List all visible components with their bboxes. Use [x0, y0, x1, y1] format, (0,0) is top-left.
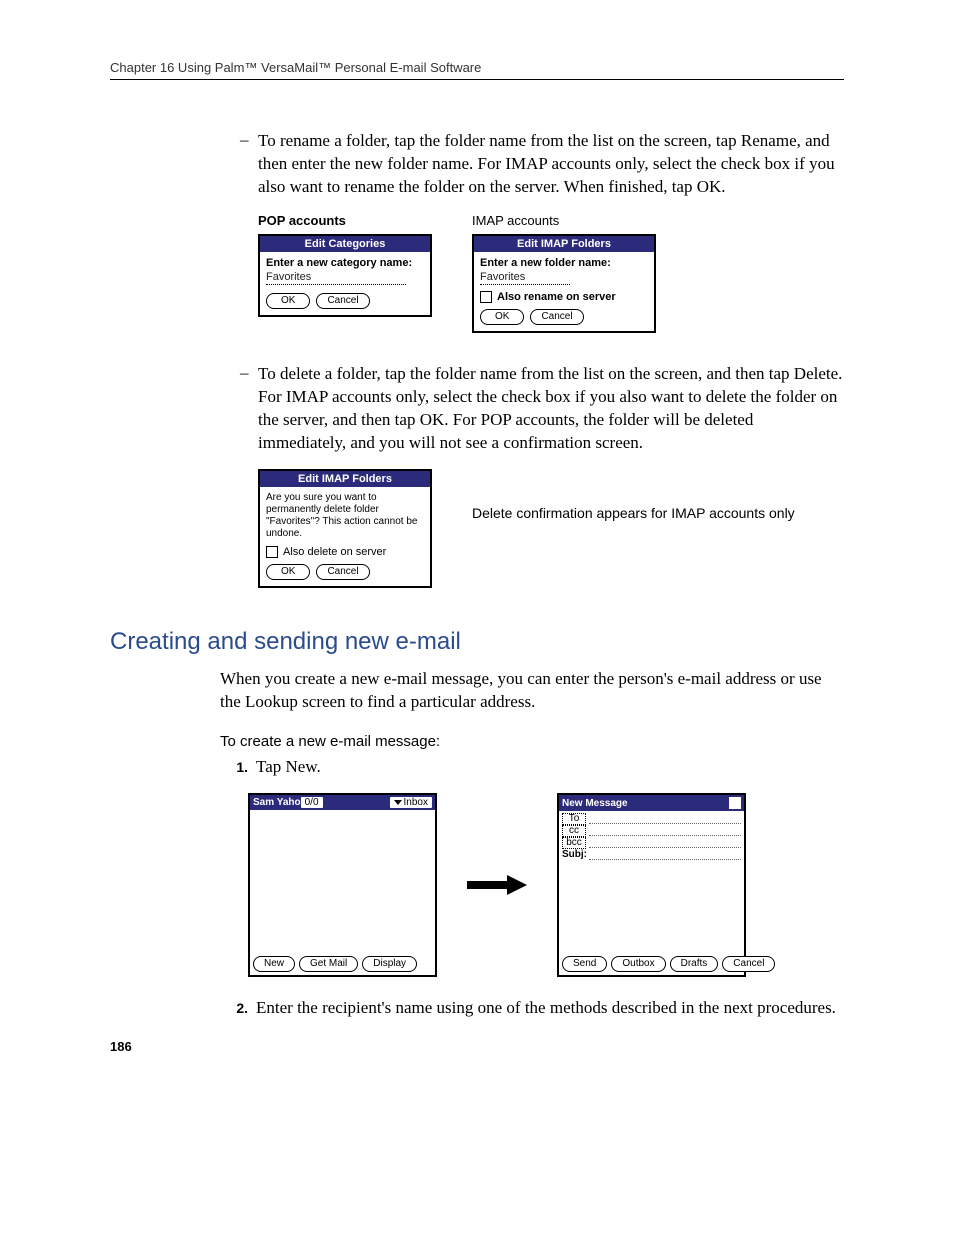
delete-cancel-button[interactable]: Cancel — [316, 564, 369, 580]
pop-caption: POP accounts — [258, 213, 432, 228]
delete-check-label: Also delete on server — [283, 546, 386, 558]
chevron-down-icon — [394, 800, 402, 805]
section-paragraph: When you create a new e-mail message, yo… — [220, 668, 844, 714]
delete-server-checkbox[interactable] — [266, 546, 278, 558]
sub-heading: To create a new e-mail message: — [220, 733, 844, 750]
to-field[interactable] — [589, 813, 741, 824]
folder-selector[interactable]: Inbox — [390, 797, 432, 808]
step-2-text: Enter the recipient's name using one of … — [256, 997, 836, 1020]
get-mail-button[interactable]: Get Mail — [299, 956, 358, 972]
step-1-number: 1. — [220, 756, 256, 779]
bullet-dash: – — [240, 363, 258, 455]
imap-dialog-title: Edit IMAP Folders — [474, 236, 654, 252]
delete-ok-button[interactable]: OK — [266, 564, 310, 580]
new-message-title: New Message — [562, 798, 628, 809]
new-message-screen: New Message To cc bcc Subj: — [557, 793, 746, 977]
subj-label: Subj: — [562, 849, 587, 860]
subj-field[interactable] — [589, 849, 741, 860]
new-button[interactable]: New — [253, 956, 295, 972]
to-field-label[interactable]: To — [562, 813, 586, 825]
drafts-button[interactable]: Drafts — [670, 956, 719, 972]
bullet-dash: – — [240, 130, 258, 199]
pop-ok-button[interactable]: OK — [266, 293, 310, 309]
delete-note: Delete confirmation appears for IMAP acc… — [472, 504, 795, 522]
imap-dialog-label: Enter a new folder name: — [480, 257, 648, 269]
imap-caption: IMAP accounts — [472, 213, 656, 228]
rename-paragraph: To rename a folder, tap the folder name … — [258, 130, 844, 199]
imap-dialog-input[interactable]: Favorites — [480, 271, 570, 285]
pop-cancel-button[interactable]: Cancel — [316, 293, 369, 309]
pop-dialog-label: Enter a new category name: — [266, 257, 424, 269]
imap-check-label: Also rename on server — [497, 291, 616, 303]
delete-dialog-title: Edit IMAP Folders — [260, 471, 430, 487]
pop-dialog-input[interactable]: Favorites — [266, 271, 406, 285]
delete-paragraph: To delete a folder, tap the folder name … — [258, 363, 844, 455]
imap-ok-button[interactable]: OK — [480, 309, 524, 325]
chapter-header: Chapter 16 Using Palm™ VersaMail™ Person… — [110, 60, 844, 80]
arrow-icon — [467, 875, 527, 895]
delete-dialog-message: Are you sure you want to permanently del… — [266, 492, 424, 540]
pop-dialog-title: Edit Categories — [260, 236, 430, 252]
display-button[interactable]: Display — [362, 956, 417, 972]
bcc-field[interactable] — [589, 837, 741, 848]
cc-field-label[interactable]: cc — [562, 825, 586, 837]
message-count: 0/0 — [301, 797, 323, 808]
step-2-number: 2. — [220, 997, 256, 1020]
section-heading: Creating and sending new e-mail — [110, 628, 844, 656]
cc-field[interactable] — [589, 825, 741, 836]
outbox-button[interactable]: Outbox — [611, 956, 665, 972]
imap-rename-checkbox[interactable] — [480, 291, 492, 303]
cancel-button[interactable]: Cancel — [722, 956, 775, 972]
step-1-text: Tap New. — [256, 756, 321, 779]
account-name[interactable]: Sam Yaho — [253, 797, 301, 808]
imap-cancel-button[interactable]: Cancel — [530, 309, 583, 325]
bcc-field-label[interactable]: bcc — [562, 837, 586, 849]
page-number: 186 — [110, 1039, 132, 1054]
send-button[interactable]: Send — [562, 956, 607, 972]
inbox-screen: Sam Yaho 0/0 Inbox New Get Mail Display — [248, 793, 437, 977]
memo-icon[interactable] — [729, 797, 741, 809]
